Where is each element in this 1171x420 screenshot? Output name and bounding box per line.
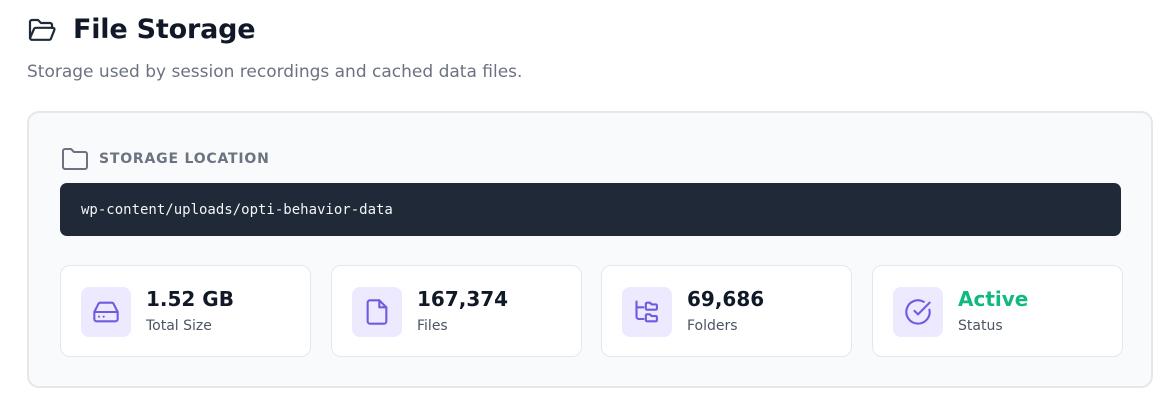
folder-open-icon (27, 15, 57, 45)
stat-label: Folders (687, 318, 738, 334)
status-badge: Active (958, 287, 1029, 311)
stat-total-size: 1.52 GB Total Size (60, 265, 311, 357)
check-circle-icon (893, 287, 943, 337)
stat-value: 167,374 (417, 287, 509, 311)
stat-value: 69,686 (687, 287, 765, 311)
folder-tree-icon (622, 287, 672, 337)
folder-icon (60, 146, 90, 172)
storage-location-header: Storage Location (60, 146, 270, 172)
stat-label: Status (958, 318, 1003, 334)
page-header: File Storage (27, 14, 256, 45)
storage-card: Storage Location wp-content/uploads/opti… (27, 111, 1153, 388)
stat-label: Files (417, 318, 448, 334)
stat-status: Active Status (872, 265, 1123, 357)
file-icon (352, 287, 402, 337)
file-storage-page: File Storage Storage used by session rec… (0, 0, 1171, 420)
stat-value: 1.52 GB (146, 287, 234, 311)
page-title: File Storage (73, 14, 256, 45)
stat-files: 167,374 Files (331, 265, 582, 357)
page-subtitle: Storage used by session recordings and c… (27, 62, 523, 82)
hard-drive-icon (81, 287, 131, 337)
storage-location-label: Storage Location (99, 151, 270, 167)
storage-path-box: wp-content/uploads/opti-behavior-data (60, 183, 1121, 236)
stat-label: Total Size (146, 318, 212, 334)
storage-path: wp-content/uploads/opti-behavior-data (81, 201, 393, 218)
stat-folders: 69,686 Folders (601, 265, 852, 357)
